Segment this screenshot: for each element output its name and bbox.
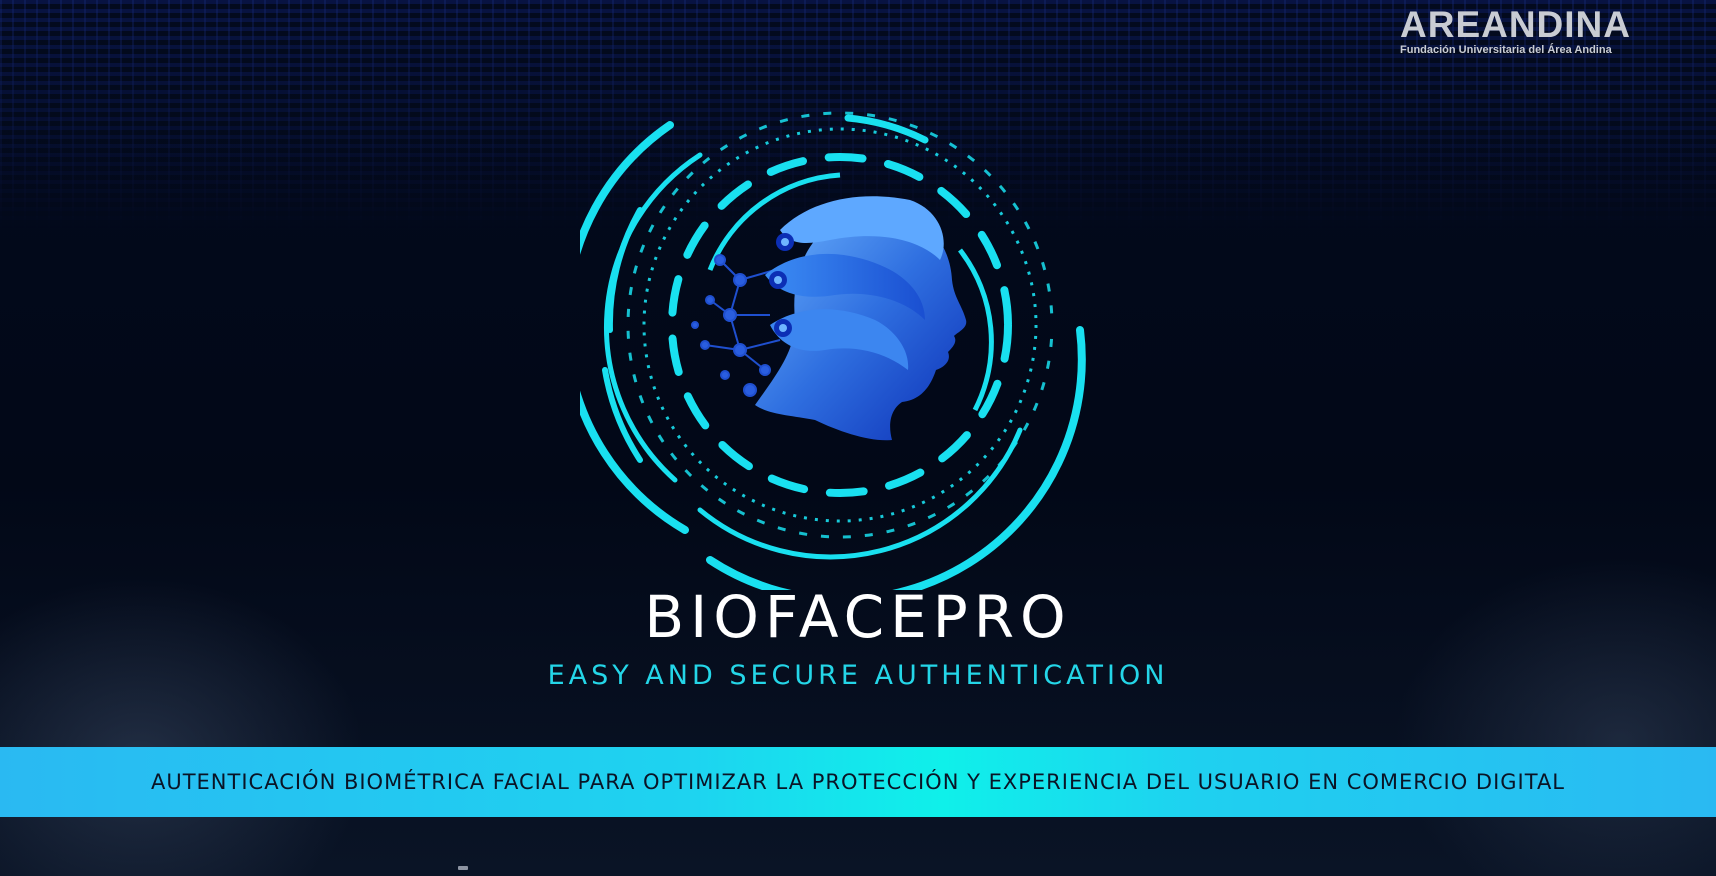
areandina-logo: AREANDINA Fundación Universitaria del Ár… xyxy=(1400,4,1631,57)
cropped-text-fragment xyxy=(458,866,468,870)
brand-tagline: Fundación Universitaria del Área Andina xyxy=(1400,44,1612,56)
biometric-head-icon xyxy=(580,111,1086,590)
banner-text: AUTENTICACIÓN BIOMÉTRICA FACIAL PARA OPT… xyxy=(150,770,1566,794)
slide-canvas: AREANDINA Fundación Universitaria del Ár… xyxy=(0,0,1716,876)
product-title: BIOFACEPRO xyxy=(644,583,1072,651)
brand-name: AREANDINA xyxy=(1400,4,1631,45)
product-subtitle: EASY AND SECURE AUTHENTICATION xyxy=(547,660,1169,691)
project-banner: AUTENTICACIÓN BIOMÉTRICA FACIAL PARA OPT… xyxy=(0,747,1716,817)
